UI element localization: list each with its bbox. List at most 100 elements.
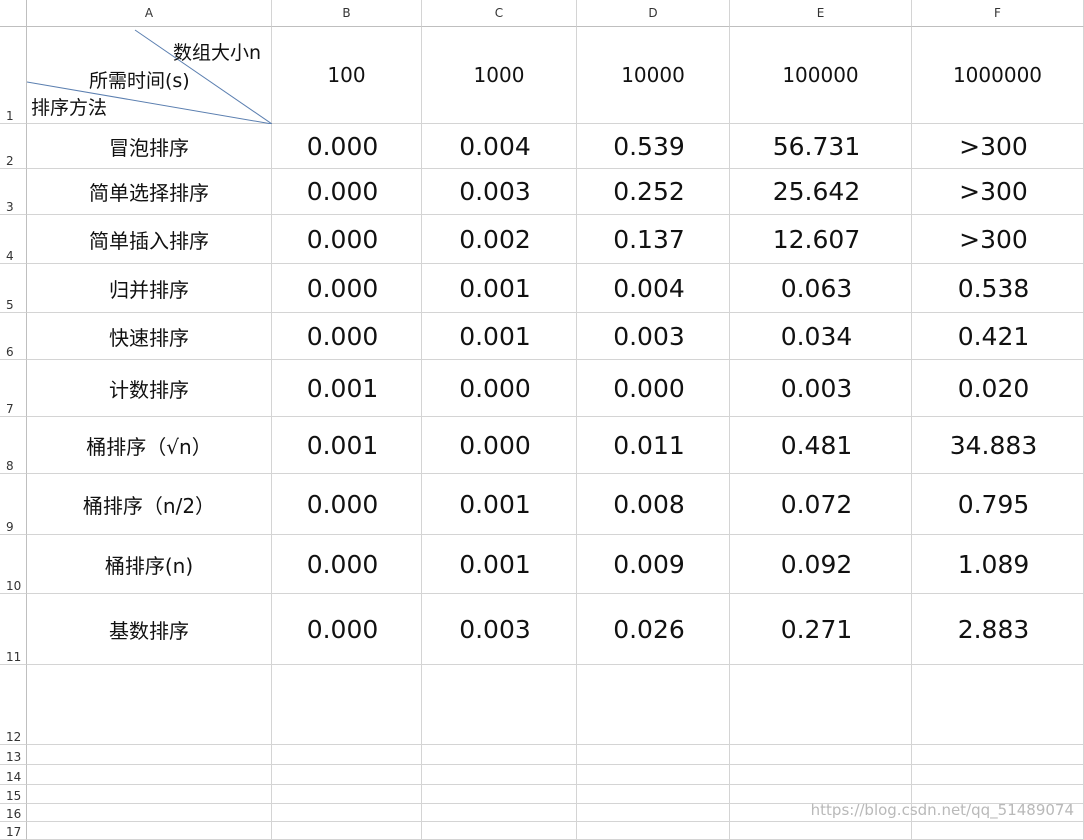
time-value-cell[interactable]: 0.421 (912, 313, 1084, 360)
row-header-1[interactable]: 1 (0, 27, 27, 124)
method-name-cell[interactable]: 归并排序 (27, 264, 272, 313)
time-value-cell[interactable]: 0.539 (577, 124, 730, 169)
method-name-cell[interactable]: 计数排序 (27, 360, 272, 417)
time-value-cell[interactable]: 1.089 (912, 535, 1084, 594)
row-header-10[interactable]: 10 (0, 535, 27, 594)
time-value-cell[interactable]: 12.607 (730, 215, 912, 264)
time-value-cell[interactable]: >300 (912, 169, 1084, 215)
row-header-12[interactable]: 12 (0, 665, 27, 745)
time-value-cell[interactable]: 56.731 (730, 124, 912, 169)
time-value-cell[interactable]: 0.004 (577, 264, 730, 313)
empty-cell[interactable] (730, 745, 912, 765)
time-value-cell[interactable]: 0.000 (272, 124, 422, 169)
empty-cell[interactable] (730, 765, 912, 785)
empty-cell[interactable] (730, 665, 912, 745)
empty-cell[interactable] (912, 765, 1084, 785)
time-value-cell[interactable]: 0.001 (422, 313, 577, 360)
size-header-cell[interactable]: 100 (272, 27, 422, 124)
time-value-cell[interactable]: 25.642 (730, 169, 912, 215)
row-header-13[interactable]: 13 (0, 745, 27, 765)
size-header-cell[interactable]: 1000000 (912, 27, 1084, 124)
empty-cell[interactable] (27, 785, 272, 804)
method-name-cell[interactable]: 简单插入排序 (27, 215, 272, 264)
time-value-cell[interactable]: 0.538 (912, 264, 1084, 313)
empty-cell[interactable] (272, 822, 422, 840)
empty-cell[interactable] (730, 822, 912, 840)
empty-cell[interactable] (577, 765, 730, 785)
row-header-14[interactable]: 14 (0, 765, 27, 785)
row-header-6[interactable]: 6 (0, 313, 27, 360)
time-value-cell[interactable]: 0.011 (577, 417, 730, 474)
time-value-cell[interactable]: 0.001 (272, 360, 422, 417)
empty-cell[interactable] (422, 804, 577, 822)
row-header-8[interactable]: 8 (0, 417, 27, 474)
column-header-b[interactable]: B (272, 0, 422, 27)
empty-cell[interactable] (272, 804, 422, 822)
row-header-3[interactable]: 3 (0, 169, 27, 215)
time-value-cell[interactable]: 0.026 (577, 594, 730, 665)
time-value-cell[interactable]: 0.002 (422, 215, 577, 264)
time-value-cell[interactable]: 0.000 (422, 417, 577, 474)
time-value-cell[interactable]: 0.072 (730, 474, 912, 535)
time-value-cell[interactable]: 0.000 (422, 360, 577, 417)
empty-cell[interactable] (912, 745, 1084, 765)
time-value-cell[interactable]: 0.001 (422, 474, 577, 535)
time-value-cell[interactable]: 0.020 (912, 360, 1084, 417)
time-value-cell[interactable]: 0.063 (730, 264, 912, 313)
time-value-cell[interactable]: 0.000 (272, 169, 422, 215)
time-value-cell[interactable]: 0.252 (577, 169, 730, 215)
empty-cell[interactable] (422, 745, 577, 765)
empty-cell[interactable] (577, 822, 730, 840)
empty-cell[interactable] (577, 804, 730, 822)
time-value-cell[interactable]: 0.137 (577, 215, 730, 264)
time-value-cell[interactable]: 0.001 (272, 417, 422, 474)
time-value-cell[interactable]: 0.001 (422, 264, 577, 313)
empty-cell[interactable] (27, 765, 272, 785)
time-value-cell[interactable]: 0.000 (272, 215, 422, 264)
empty-cell[interactable] (272, 665, 422, 745)
time-value-cell[interactable]: 0.000 (272, 594, 422, 665)
empty-cell[interactable] (577, 665, 730, 745)
column-header-d[interactable]: D (577, 0, 730, 27)
empty-cell[interactable] (272, 785, 422, 804)
size-header-cell[interactable]: 10000 (577, 27, 730, 124)
empty-cell[interactable] (912, 822, 1084, 840)
empty-cell[interactable] (912, 665, 1084, 745)
method-name-cell[interactable]: 桶排序(n) (27, 535, 272, 594)
size-header-cell[interactable]: 1000 (422, 27, 577, 124)
time-value-cell[interactable]: 2.883 (912, 594, 1084, 665)
empty-cell[interactable] (272, 745, 422, 765)
time-value-cell[interactable]: 0.003 (577, 313, 730, 360)
time-value-cell[interactable]: 0.001 (422, 535, 577, 594)
time-value-cell[interactable]: 0.000 (577, 360, 730, 417)
row-header-7[interactable]: 7 (0, 360, 27, 417)
column-header-a[interactable]: A (27, 0, 272, 27)
time-value-cell[interactable]: 0.003 (730, 360, 912, 417)
empty-cell[interactable] (272, 765, 422, 785)
row-header-15[interactable]: 15 (0, 785, 27, 804)
method-name-cell[interactable]: 快速排序 (27, 313, 272, 360)
time-value-cell[interactable]: 0.008 (577, 474, 730, 535)
time-value-cell[interactable]: 0.003 (422, 169, 577, 215)
empty-cell[interactable] (422, 665, 577, 745)
empty-cell[interactable] (27, 745, 272, 765)
time-value-cell[interactable]: 34.883 (912, 417, 1084, 474)
row-header-11[interactable]: 11 (0, 594, 27, 665)
empty-cell[interactable] (577, 745, 730, 765)
row-header-17[interactable]: 17 (0, 822, 27, 840)
method-name-cell[interactable]: 桶排序（√n） (27, 417, 272, 474)
time-value-cell[interactable]: 0.000 (272, 535, 422, 594)
select-all-corner[interactable] (0, 0, 27, 27)
empty-cell[interactable] (577, 785, 730, 804)
method-name-cell[interactable]: 基数排序 (27, 594, 272, 665)
time-value-cell[interactable]: 0.000 (272, 313, 422, 360)
column-header-c[interactable]: C (422, 0, 577, 27)
time-value-cell[interactable]: 0.092 (730, 535, 912, 594)
time-value-cell[interactable]: 0.481 (730, 417, 912, 474)
row-header-2[interactable]: 2 (0, 124, 27, 169)
row-header-4[interactable]: 4 (0, 215, 27, 264)
row-header-9[interactable]: 9 (0, 474, 27, 535)
empty-cell[interactable] (422, 785, 577, 804)
time-value-cell[interactable]: 0.000 (272, 474, 422, 535)
row-header-16[interactable]: 16 (0, 804, 27, 822)
